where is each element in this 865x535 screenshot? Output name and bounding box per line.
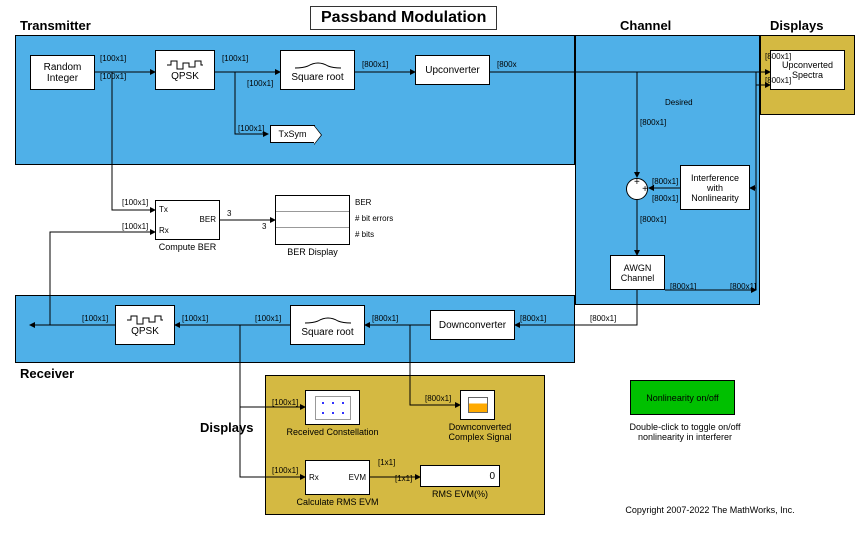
pulse-shape-icon bbox=[293, 58, 343, 72]
displays-label-1: Displays bbox=[770, 18, 823, 33]
sig-9: 3 bbox=[227, 209, 231, 218]
spectrum-icon bbox=[468, 397, 488, 413]
sig-5: [800x1] bbox=[362, 60, 388, 69]
sig-22: [100x1] bbox=[272, 398, 298, 407]
desired-label: Desired bbox=[665, 98, 693, 107]
square-root-rx-block[interactable]: Square root bbox=[290, 305, 365, 345]
ber-label-2: # bit errors bbox=[355, 214, 393, 223]
awgn-channel-block[interactable]: AWGN Channel bbox=[610, 255, 665, 290]
qpsk-rx-label: QPSK bbox=[131, 326, 159, 337]
rms-evm-caption: RMS EVM(%) bbox=[420, 489, 500, 499]
sig-3: [100x1] bbox=[222, 54, 248, 63]
rms-value: 0 bbox=[489, 471, 495, 482]
ber-row-3 bbox=[276, 228, 349, 244]
square-root-rx-label: Square root bbox=[301, 327, 353, 338]
ber-display-block[interactable] bbox=[275, 195, 350, 245]
sig-11: [100x1] bbox=[182, 314, 208, 323]
ber-label-3: # bits bbox=[355, 230, 374, 239]
channel-label: Channel bbox=[620, 18, 671, 33]
qpsk-rx-wave-icon bbox=[125, 314, 165, 326]
sig-21: [800x1] bbox=[765, 76, 791, 85]
sig-19: [800x1] bbox=[730, 282, 756, 291]
upconverter-block[interactable]: Upconverter bbox=[415, 55, 490, 85]
sig-14b: [800x1] bbox=[590, 314, 616, 323]
constellation-icon bbox=[315, 396, 351, 420]
sig-25: [1x1] bbox=[378, 458, 395, 467]
diagram-title: Passband Modulation bbox=[310, 6, 497, 30]
sig-26: [1x1] bbox=[395, 474, 412, 483]
downconverter-block[interactable]: Downconverter bbox=[430, 310, 515, 340]
sum-block[interactable]: + + bbox=[626, 178, 648, 200]
sig-23: [800x1] bbox=[425, 394, 451, 403]
nonlinearity-text: Double-click to toggle on/off nonlineari… bbox=[610, 422, 760, 442]
copyright-text: Copyright 2007-2022 The MathWorks, Inc. bbox=[580, 505, 840, 515]
sig-15: [800x1] bbox=[640, 118, 666, 127]
tx-port-label: Tx bbox=[159, 205, 168, 214]
qpsk-tx-label: QPSK bbox=[171, 71, 199, 82]
nonlinearity-toggle[interactable]: Nonlinearity on/off bbox=[630, 380, 735, 415]
sig-4: [100x1] bbox=[247, 79, 273, 88]
sig-24: [100x1] bbox=[272, 466, 298, 475]
interference-block[interactable]: Interference with Nonlinearity bbox=[680, 165, 750, 210]
ber-row-1 bbox=[276, 196, 349, 212]
ber-label-1: BER bbox=[355, 198, 371, 207]
sig-16b: [800x1] bbox=[652, 194, 678, 203]
txsym-goto[interactable]: TxSym bbox=[270, 125, 315, 143]
sig-7: [100x1] bbox=[122, 198, 148, 207]
pulse-shape-rx-icon bbox=[303, 313, 353, 327]
random-integer-block[interactable]: Random Integer bbox=[30, 55, 95, 90]
rx-port2-label: Rx bbox=[309, 473, 319, 482]
received-const-caption: Received Constellation bbox=[285, 427, 380, 437]
sig-6: [800x bbox=[497, 60, 517, 69]
sig-1: [100x1] bbox=[100, 54, 126, 63]
ber-row-2 bbox=[276, 212, 349, 228]
evm-port-label: EVM bbox=[349, 473, 366, 482]
receiver-label: Receiver bbox=[20, 366, 74, 381]
qpsk-wave-icon bbox=[165, 59, 205, 71]
sig-10: [100x1] bbox=[82, 314, 108, 323]
transmitter-label: Transmitter bbox=[20, 18, 91, 33]
qpsk-demod-block[interactable]: QPSK bbox=[115, 305, 175, 345]
sig-8: [100x1] bbox=[122, 222, 148, 231]
rms-evm-display[interactable]: 0 bbox=[420, 465, 500, 487]
compute-ber-block[interactable]: Tx Rx BER bbox=[155, 200, 220, 240]
square-root-tx-block[interactable]: Square root bbox=[280, 50, 355, 90]
sig-2: [100x1] bbox=[100, 72, 126, 81]
downconv-signal-block[interactable] bbox=[460, 390, 495, 420]
compute-ber-caption: Compute BER bbox=[155, 242, 220, 252]
sig-20: [800x1] bbox=[765, 52, 791, 61]
rx-port-label: Rx bbox=[159, 226, 169, 235]
downconv-signal-caption: Downconverted Complex Signal bbox=[440, 422, 520, 442]
sig-17: [800x1] bbox=[640, 215, 666, 224]
qpsk-modulator-block[interactable]: QPSK bbox=[155, 50, 215, 90]
ber-out-label: BER bbox=[200, 215, 216, 224]
sig-16: [800x1] bbox=[652, 177, 678, 186]
received-constellation-block[interactable] bbox=[305, 390, 360, 425]
sig-14: [800x1] bbox=[520, 314, 546, 323]
sig-4b: [100x1] bbox=[238, 124, 264, 133]
sig-13: [800x1] bbox=[372, 314, 398, 323]
sig-12: [100x1] bbox=[255, 314, 281, 323]
sig-18: [800x1] bbox=[670, 282, 696, 291]
ber-display-caption: BER Display bbox=[275, 247, 350, 257]
calc-evm-caption: Calculate RMS EVM bbox=[290, 497, 385, 507]
square-root-tx-label: Square root bbox=[291, 72, 343, 83]
displays-label-2: Displays bbox=[200, 420, 253, 435]
calculate-evm-block[interactable]: Rx EVM bbox=[305, 460, 370, 495]
sig-9b: 3 bbox=[262, 222, 266, 231]
